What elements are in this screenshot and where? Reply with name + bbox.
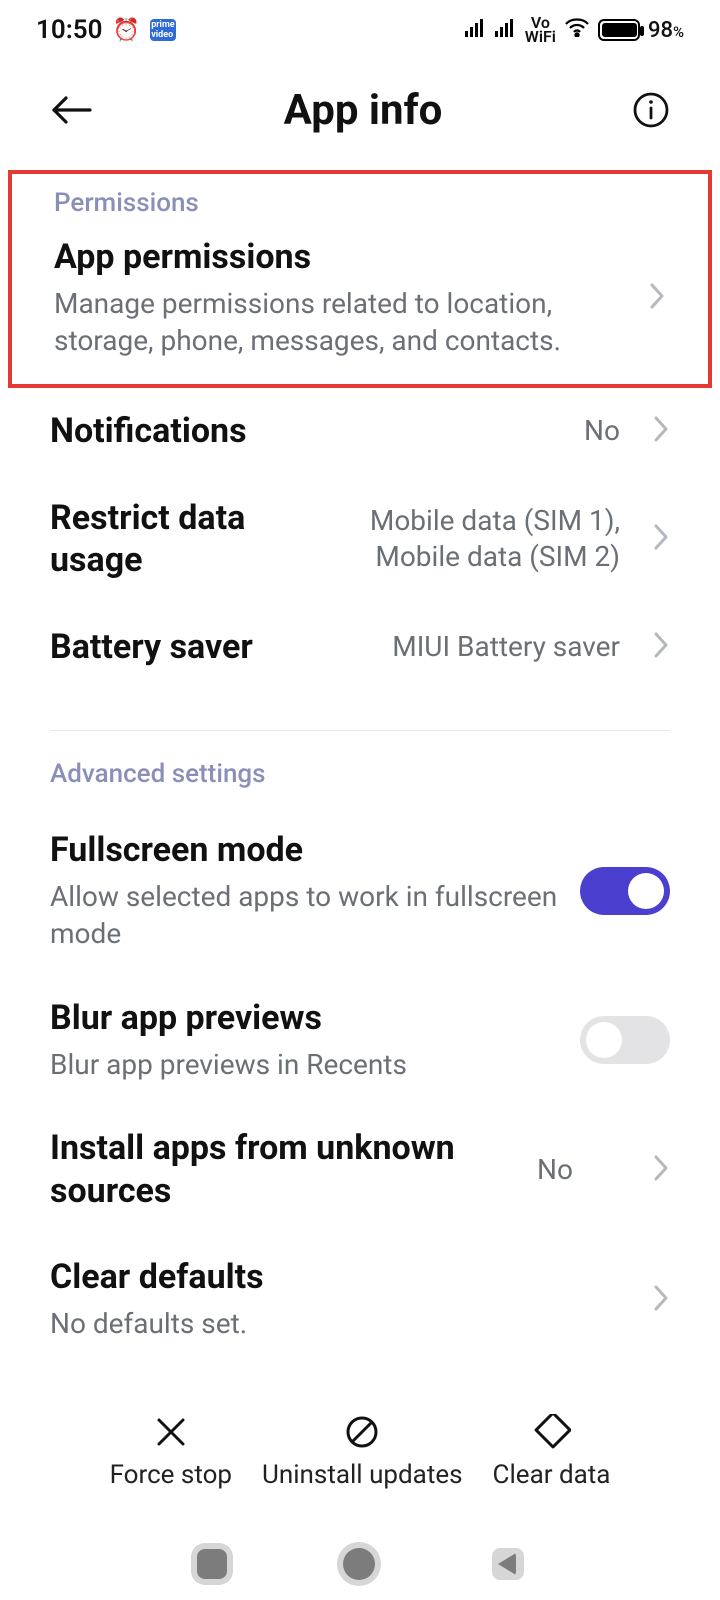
alarm-icon: ⏰ (113, 18, 140, 43)
battery-percent: 98% (648, 18, 684, 43)
app-permissions-text: App permissions Manage permissions relat… (54, 236, 616, 360)
status-right: VoWiFi 98% (465, 16, 684, 44)
restrict-data-value: Mobile data (SIM 1), Mobile data (SIM 2) (300, 503, 620, 576)
nav-back-button[interactable] (492, 1548, 524, 1580)
prime-video-icon: primevideo (150, 19, 176, 41)
app-permissions-row[interactable]: App permissions Manage permissions relat… (54, 236, 666, 360)
blur-previews-row[interactable]: Blur app previews Blur app previews in R… (0, 975, 720, 1105)
prohibit-icon (344, 1414, 380, 1450)
system-nav-bar (0, 1548, 720, 1580)
permissions-highlight-box: Permissions App permissions Manage permi… (8, 170, 712, 388)
unknown-sources-value: No (537, 1152, 573, 1188)
status-time: 10:50 (36, 15, 103, 45)
fullscreen-title: Fullscreen mode (50, 829, 560, 872)
chevron-right-icon (648, 281, 666, 315)
blur-title: Blur app previews (50, 997, 560, 1040)
back-button[interactable] (50, 95, 94, 125)
uninstall-updates-button[interactable]: Uninstall updates (262, 1414, 463, 1490)
signal-1-icon (465, 17, 487, 43)
eraser-icon (531, 1414, 571, 1450)
blur-toggle[interactable] (580, 1016, 670, 1064)
fullscreen-mode-row[interactable]: Fullscreen mode Allow selected apps to w… (0, 807, 720, 975)
force-stop-label: Force stop (110, 1460, 232, 1490)
restrict-data-row[interactable]: Restrict data usage Mobile data (SIM 1),… (0, 475, 720, 604)
bottom-action-bar: Force stop Uninstall updates Clear data (0, 1414, 720, 1490)
unknown-sources-row[interactable]: Install apps from unknown sources No (0, 1105, 720, 1234)
app-permissions-sub: Manage permissions related to location, … (54, 285, 616, 361)
vowifi-icon: VoWiFi (525, 16, 556, 44)
restrict-data-title: Restrict data usage (50, 497, 280, 582)
chevron-right-icon (652, 414, 670, 448)
nav-home-button[interactable] (343, 1548, 375, 1580)
chevron-right-icon (652, 630, 670, 664)
uninstall-label: Uninstall updates (262, 1460, 463, 1490)
divider (50, 730, 670, 731)
battery-icon (598, 19, 640, 41)
unknown-sources-title: Install apps from unknown sources (50, 1127, 470, 1212)
app-header: App info (0, 60, 720, 160)
wifi-icon (564, 17, 590, 43)
clear-defaults-row[interactable]: Clear defaults No defaults set. (0, 1234, 720, 1364)
battery-saver-value: MIUI Battery saver (392, 629, 620, 665)
notifications-value: No (584, 413, 620, 449)
page-title: App info (284, 86, 443, 135)
chevron-right-icon (652, 522, 670, 556)
clear-data-button[interactable]: Clear data (493, 1414, 611, 1490)
clear-defaults-sub: No defaults set. (50, 1305, 620, 1343)
permissions-section-label: Permissions (54, 188, 666, 218)
battery-saver-row[interactable]: Battery saver MIUI Battery saver (0, 604, 720, 691)
battery-saver-title: Battery saver (50, 626, 372, 669)
notifications-row[interactable]: Notifications No (0, 388, 720, 475)
info-button[interactable] (632, 91, 670, 129)
app-permissions-title: App permissions (54, 236, 616, 279)
status-bar: 10:50 ⏰ primevideo VoWiFi 98% (0, 0, 720, 60)
fullscreen-toggle[interactable] (580, 867, 670, 915)
advanced-section-label: Advanced settings (50, 759, 670, 789)
clear-data-label: Clear data (493, 1460, 611, 1490)
chevron-right-icon (652, 1153, 670, 1187)
status-left: 10:50 ⏰ primevideo (36, 15, 176, 45)
notifications-title: Notifications (50, 410, 564, 453)
nav-recents-button[interactable] (197, 1549, 227, 1579)
signal-2-icon (495, 17, 517, 43)
chevron-right-icon (652, 1283, 670, 1317)
fullscreen-sub: Allow selected apps to work in fullscree… (50, 878, 560, 954)
clear-defaults-title: Clear defaults (50, 1256, 620, 1299)
close-x-icon (153, 1414, 189, 1450)
force-stop-button[interactable]: Force stop (110, 1414, 232, 1490)
blur-sub: Blur app previews in Recents (50, 1046, 560, 1084)
